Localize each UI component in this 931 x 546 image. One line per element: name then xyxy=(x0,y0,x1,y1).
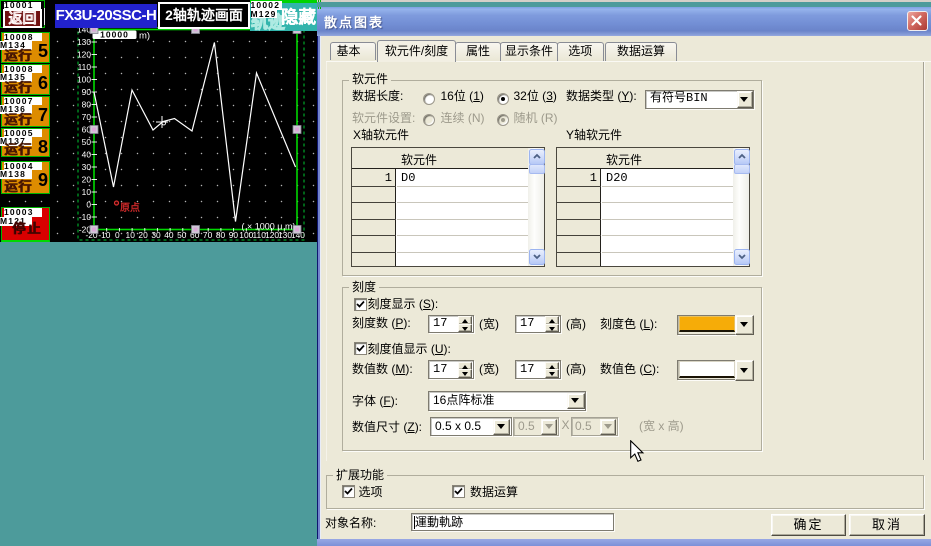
svg-text:50: 50 xyxy=(177,230,187,240)
svg-text:m): m) xyxy=(139,30,150,41)
svg-text:130: 130 xyxy=(77,37,91,47)
svg-text:80: 80 xyxy=(216,230,226,240)
svg-text:80: 80 xyxy=(82,100,92,110)
svg-text:40: 40 xyxy=(82,150,92,160)
svg-text:10: 10 xyxy=(82,187,92,197)
svg-text:0: 0 xyxy=(86,200,91,210)
svg-text:( × 1000 μ m): ( × 1000 μ m) xyxy=(242,222,296,232)
svg-text:30: 30 xyxy=(82,162,92,172)
svg-text:90: 90 xyxy=(82,87,92,97)
svg-text:10000: 10000 xyxy=(100,30,129,40)
svg-text:10: 10 xyxy=(126,230,136,240)
svg-text:120: 120 xyxy=(77,50,91,60)
svg-text:0: 0 xyxy=(115,230,120,240)
svg-text:40: 40 xyxy=(164,230,174,240)
svg-text:110: 110 xyxy=(78,62,92,72)
svg-text:90: 90 xyxy=(229,230,239,240)
svg-text:70: 70 xyxy=(203,230,213,240)
svg-text:-10: -10 xyxy=(98,230,110,240)
svg-text:20: 20 xyxy=(138,230,148,240)
svg-text:-10: -10 xyxy=(79,212,91,222)
svg-text:100: 100 xyxy=(239,230,253,240)
svg-text:100: 100 xyxy=(77,75,91,85)
svg-text:50: 50 xyxy=(82,137,92,147)
svg-text:原点: 原点 xyxy=(120,201,140,214)
svg-text:30: 30 xyxy=(151,230,161,240)
svg-text:20: 20 xyxy=(82,175,92,185)
svg-text:70: 70 xyxy=(82,112,92,122)
